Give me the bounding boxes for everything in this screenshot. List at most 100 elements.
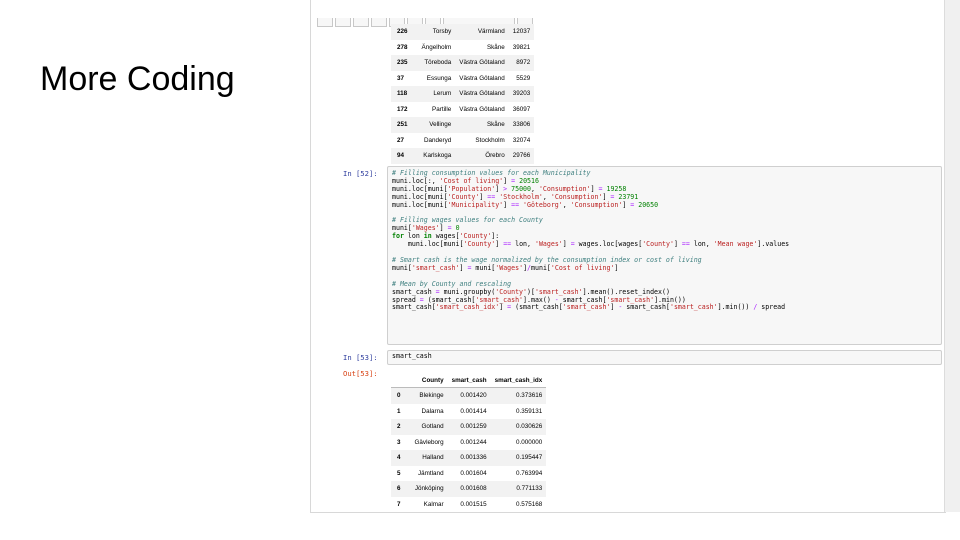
code-token: ] — [503, 200, 512, 209]
smart-cash-cell: 0.001420 — [460, 392, 487, 400]
smart-cash-idx-cell: 0.373616 — [515, 392, 543, 400]
smart-cash-idx-cell: 0.195447 — [515, 454, 543, 462]
row-index: 37 — [397, 74, 405, 82]
code-token: 'Municipality' — [447, 200, 504, 209]
county-cell: Västra Götaland — [459, 74, 505, 82]
code-editor-53[interactable]: smart_cash — [388, 351, 941, 363]
code-token: muni.loc[muni[ — [392, 240, 464, 249]
row-index: 226 — [397, 28, 408, 36]
code-token: ] — [673, 240, 682, 249]
code-token: ].min()) — [717, 303, 754, 312]
toolbar-button[interactable] — [317, 18, 333, 27]
row-index: 235 — [397, 59, 408, 67]
county-cell: Jämtland — [418, 469, 444, 477]
code-token: , — [542, 192, 551, 201]
code-token: spread — [392, 295, 420, 304]
municipality-cell: Karlskoga — [423, 152, 452, 160]
code-token: 0 — [455, 224, 460, 233]
code-token: == — [511, 200, 520, 209]
column-header — [391, 373, 411, 388]
code-token: 20650 — [638, 200, 659, 209]
county-cell: Västra Götaland — [459, 105, 505, 113]
toolbar-button[interactable] — [371, 18, 387, 27]
code-token: smart_cash[ — [622, 303, 670, 312]
value-cell: 29766 — [512, 152, 531, 160]
municipality-cell: Vellinge — [429, 121, 452, 129]
code-token: for — [392, 232, 404, 241]
smart-cash-idx-cell: 0.030626 — [515, 423, 543, 431]
table-row: 0 Blekinge 0.001420 0.373616 — [391, 387, 547, 404]
table-row: 235 Töreboda Västra Götaland 8972 — [391, 55, 535, 71]
municipality-cell: Danderyd — [423, 136, 452, 144]
smart-cash-idx-cell: 0.771133 — [516, 485, 543, 493]
toolbar-button[interactable] — [335, 18, 351, 27]
code-token: 'Mean wage' — [713, 240, 758, 249]
code-token: lon, — [689, 240, 714, 249]
code-token: == — [503, 240, 512, 249]
input-prompt-53: In [53]: — [343, 353, 378, 362]
table-row: 278 Ängelholm Skåne 39821 — [391, 40, 534, 56]
smart-cash-idx-cell: 0.000000 — [515, 438, 543, 446]
code-token: ].max() — [523, 295, 555, 304]
municipality-cell: Torsby — [432, 28, 452, 36]
county-cell: Halland — [422, 454, 444, 462]
row-index: 0 — [397, 392, 401, 400]
smart-cash-cell: 0.001336 — [460, 454, 487, 462]
code-token: ] — [562, 240, 571, 249]
county-cell: Västra Götaland — [459, 90, 505, 98]
table-header-row: County smart_cash smart_cash_idx — [391, 373, 547, 388]
code-token: 'smart_cash' — [669, 303, 718, 312]
value-cell: 8972 — [516, 59, 531, 67]
row-index: 7 — [397, 500, 401, 508]
column-header: smart_cash_idx — [490, 373, 547, 388]
table-row: 118 Lerum Västra Götaland 39203 — [391, 86, 535, 102]
smart-cash-idx-cell: 0.575168 — [515, 500, 543, 508]
table-row: 172 Partille Västra Götaland 36097 — [391, 102, 534, 118]
scrollbar[interactable] — [944, 0, 960, 512]
code-editor-52[interactable]: # Filling consumption values for each Mu… — [388, 167, 941, 315]
table-row: 4 Halland 0.001336 0.195447 — [391, 450, 547, 466]
code-cell-52[interactable]: # Filling consumption values for each Mu… — [387, 166, 942, 345]
value-cell: 5529 — [516, 74, 531, 82]
code-token: 75000 — [511, 184, 531, 193]
code-token: 'smart_cash' — [606, 295, 655, 304]
county-cell: Värmland — [477, 28, 505, 36]
code-token: smart_cash[ — [558, 295, 607, 304]
code-token: ] — [503, 176, 512, 185]
input-prompt-52: In [52]: — [343, 169, 378, 178]
code-token: muni.loc[muni[ — [392, 192, 448, 201]
toolbar-button[interactable] — [353, 18, 369, 27]
code-token: # Mean by County and rescaling — [392, 279, 512, 288]
code-token: muni.groupby( — [439, 287, 496, 296]
code-token: 23791 — [618, 192, 639, 201]
code-token: ]: — [491, 232, 500, 241]
value-cell: 33806 — [512, 121, 531, 129]
code-line: muni.loc[muni['County'] == lon, 'Wages']… — [392, 240, 937, 249]
county-cell: Stockholm — [475, 136, 505, 144]
row-index: 118 — [397, 90, 408, 98]
code-token: 20516 — [519, 176, 539, 185]
municipality-cell: Essunga — [426, 74, 452, 82]
value-cell: 39203 — [512, 90, 531, 98]
county-cell: Gävleborg — [414, 438, 444, 446]
code-token: spread — [757, 303, 786, 312]
code-token: 'Population' — [447, 184, 496, 193]
code-token: 'County' — [642, 240, 674, 249]
code-token: ] — [499, 303, 508, 312]
smart-cash-table: County smart_cash smart_cash_idx 0 Blekinge… — [391, 373, 547, 512]
value-cell: 39821 — [512, 43, 531, 51]
code-token: lon — [403, 232, 424, 241]
code-token: , — [531, 184, 539, 193]
smart-cash-cell: 0.001608 — [460, 485, 487, 493]
code-token: 'Cost of living' — [550, 263, 615, 272]
code-token: 'Consumption' — [538, 184, 591, 193]
code-token: # Filling consumption values for each Mu… — [392, 169, 591, 177]
column-header: smart_cash — [447, 373, 491, 388]
code-token: 'Wages' — [411, 224, 440, 233]
table-row: 251 Vellinge Skåne 33806 — [391, 117, 535, 133]
code-cell-53[interactable]: smart_cash — [387, 350, 942, 365]
code-token: 'Göteborg' — [523, 200, 563, 209]
code-token: muni.loc[:, — [392, 176, 440, 185]
table-row: 3 Gävleborg 0.001244 0.000000 — [391, 435, 546, 451]
smart-cash-cell: 0.001244 — [460, 438, 487, 446]
